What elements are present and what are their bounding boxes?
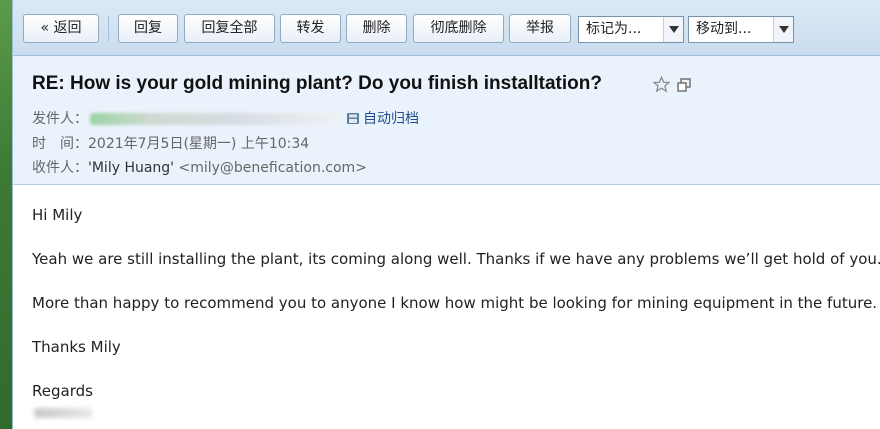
time-label: 时 间： (32, 136, 88, 152)
forward-button[interactable]: 转发 (280, 14, 341, 43)
recipient-name[interactable]: 'Mily Huang' (88, 160, 174, 176)
sender-redacted (90, 113, 338, 125)
greeting-line: Hi Mily (32, 206, 83, 224)
recipient-email: <mily@benefication.com> (178, 160, 367, 176)
chevron-down-icon (663, 17, 683, 42)
time-row: 时 间：2021年7月5日(星期一) 上午10:34 (32, 133, 309, 153)
delete-permanently-button[interactable]: 彻底删除 (413, 14, 504, 43)
back-button[interactable]: « 返回 (23, 14, 99, 43)
from-row: 发件人： 自动归档 (32, 108, 419, 128)
mail-subject: RE: How is your gold mining plant? Do yo… (32, 73, 602, 94)
chevron-down-icon (773, 17, 793, 42)
signature-redacted (34, 408, 92, 418)
thanks-line: Thanks Mily (32, 338, 121, 356)
mail-reader-panel: « 返回 回复 回复全部 转发 删除 彻底删除 举报 标记为... 移动到...… (12, 0, 880, 429)
move-to-dropdown[interactable]: 移动到... (688, 16, 794, 43)
star-icon[interactable] (653, 76, 670, 93)
to-row: 收件人：'Mily Huang' <mily@benefication.com> (32, 157, 367, 177)
regards-line: Regards (32, 382, 93, 400)
mail-toolbar: « 返回 回复 回复全部 转发 删除 彻底删除 举报 标记为... 移动到... (13, 0, 880, 56)
report-button[interactable]: 举报 (509, 14, 571, 43)
time-value: 2021年7月5日(星期一) 上午10:34 (88, 136, 310, 152)
from-label: 发件人： (32, 111, 88, 127)
body-paragraph: Yeah we are still installing the plant, … (32, 250, 880, 268)
mail-header: RE: How is your gold mining plant? Do yo… (13, 56, 880, 185)
to-label: 收件人： (32, 160, 88, 176)
move-to-value: 移动到... (696, 21, 752, 37)
toolbar-separator (108, 16, 109, 42)
mark-as-dropdown[interactable]: 标记为... (578, 16, 684, 43)
archive-icon (347, 113, 359, 124)
delete-button[interactable]: 删除 (346, 14, 407, 43)
reply-button[interactable]: 回复 (118, 14, 178, 43)
body-paragraph: More than happy to recommend you to anyo… (32, 294, 878, 312)
auto-archive-link[interactable]: 自动归档 (363, 111, 419, 127)
mark-as-value: 标记为... (586, 21, 642, 37)
new-window-icon[interactable] (677, 78, 691, 92)
reply-all-button[interactable]: 回复全部 (184, 14, 275, 43)
